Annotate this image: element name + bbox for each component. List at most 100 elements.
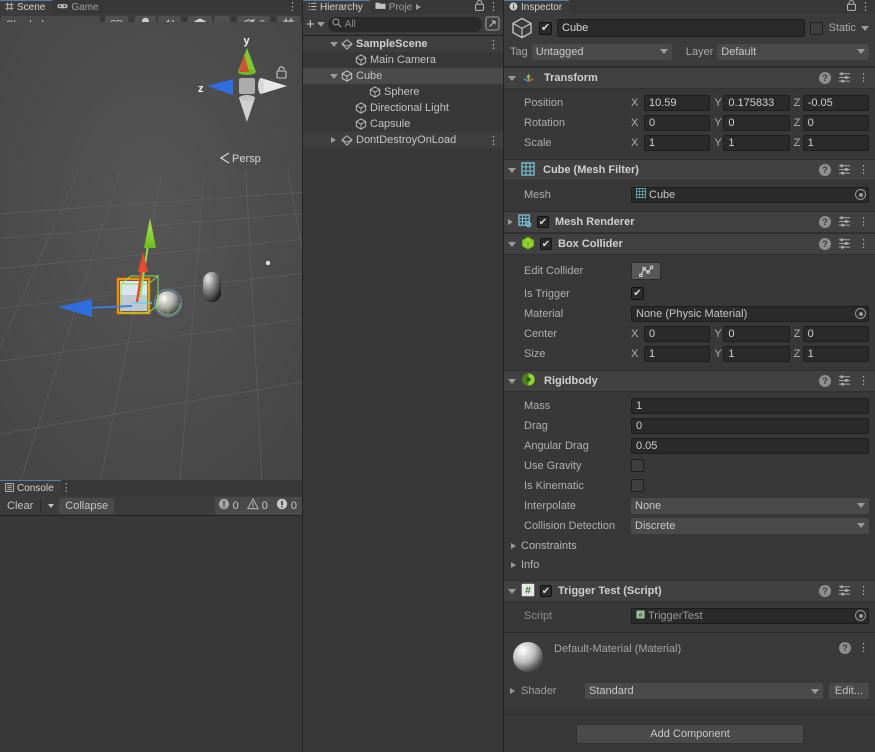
collapse-button[interactable]: Collapse	[59, 497, 115, 514]
component-kebab-menu-icon[interactable]: ⋮	[858, 238, 869, 250]
rotation-x-input[interactable]: 0	[644, 114, 711, 131]
object-enabled-checkbox[interactable]: ✔	[539, 21, 552, 35]
position-x-input[interactable]: 10.59	[644, 94, 711, 111]
warning-count-toggle[interactable]: 0	[243, 496, 273, 515]
help-icon[interactable]: ?	[819, 238, 831, 250]
edit-collider-button[interactable]	[631, 262, 661, 280]
scale-y-input[interactable]: 1	[723, 134, 790, 151]
foldout-right-icon[interactable]	[508, 219, 513, 225]
clear-dropdown-button[interactable]	[43, 498, 59, 514]
center-z-input[interactable]: 0	[802, 325, 869, 342]
twisty-right-icon[interactable]	[327, 137, 340, 143]
component-kebab-menu-icon[interactable]: ⋮	[858, 72, 869, 84]
rigidbody-component-header[interactable]: Rigidbody ? ⋮	[504, 370, 875, 392]
size-y-input[interactable]: 1	[723, 345, 790, 362]
twisty-down-icon[interactable]	[327, 73, 340, 79]
lock-icon[interactable]	[475, 0, 484, 14]
physic-material-field[interactable]: None (Physic Material)	[631, 305, 869, 322]
chevron-right-icon[interactable]	[416, 4, 422, 10]
mass-input[interactable]: 1	[631, 397, 869, 414]
component-kebab-menu-icon[interactable]: ⋮	[858, 164, 869, 176]
scale-z-input[interactable]: 1	[802, 134, 869, 151]
rotation-y-input[interactable]: 0	[723, 114, 790, 131]
foldout-down-icon[interactable]	[508, 378, 516, 384]
tab-console[interactable]: Console	[0, 480, 61, 496]
shader-dropdown[interactable]: Standard	[585, 683, 823, 699]
hierarchy-item-dontdestroyonload[interactable]: DontDestroyOnLoad ⋮	[303, 132, 503, 148]
tab-game[interactable]: Game	[52, 0, 106, 14]
preset-icon[interactable]	[838, 374, 851, 389]
hierarchy-item-capsule[interactable]: Capsule	[303, 116, 503, 132]
shader-edit-button[interactable]: Edit...	[828, 683, 869, 699]
layer-dropdown[interactable]: Default	[717, 43, 869, 60]
hierarchy-item-main-camera[interactable]: Main Camera	[303, 52, 503, 68]
tab-inspector[interactable]: Inspector	[504, 0, 570, 14]
is-trigger-checkbox[interactable]: ✔	[631, 287, 644, 300]
mesh-object-field[interactable]: Cube	[631, 186, 869, 203]
hierarchy-item-cube[interactable]: Cube	[303, 68, 503, 84]
static-checkbox[interactable]	[810, 21, 824, 35]
tab-project[interactable]: Proje	[369, 0, 424, 14]
position-z-input[interactable]: -0.05	[802, 94, 869, 111]
tag-dropdown[interactable]: Untagged	[531, 43, 672, 60]
console-kebab-menu-icon[interactable]: ⋮	[61, 482, 72, 494]
tab-scene[interactable]: Scene	[0, 0, 53, 14]
hierarchy-item-directional-light[interactable]: Directional Light	[303, 100, 503, 116]
console-log-list[interactable]	[0, 516, 302, 752]
object-name-input[interactable]: Cube	[557, 19, 806, 37]
help-icon[interactable]: ?	[819, 72, 831, 84]
preset-icon[interactable]	[838, 237, 851, 252]
error-count-toggle[interactable]: 0	[272, 496, 302, 515]
component-kebab-menu-icon[interactable]: ⋮	[858, 216, 869, 228]
foldout-down-icon[interactable]	[508, 241, 516, 247]
log-count-toggle[interactable]: 0	[214, 496, 244, 515]
tab-hierarchy[interactable]: Hierarchy	[303, 0, 370, 14]
add-component-button[interactable]: Add Component	[576, 723, 804, 744]
preset-icon[interactable]	[838, 584, 851, 599]
position-y-input[interactable]: 0.175833	[723, 94, 790, 111]
collision-detection-dropdown[interactable]: Discrete	[631, 517, 869, 534]
help-icon[interactable]: ?	[839, 642, 851, 654]
size-z-input[interactable]: 1	[802, 345, 869, 362]
center-x-input[interactable]: 0	[644, 325, 711, 342]
create-object-button[interactable]: +	[306, 17, 325, 32]
info-foldout[interactable]: Info	[510, 555, 869, 574]
foldout-down-icon[interactable]	[508, 167, 516, 173]
is-kinematic-checkbox[interactable]	[631, 479, 644, 492]
help-icon[interactable]: ?	[819, 375, 831, 387]
angular-drag-input[interactable]: 0.05	[631, 437, 869, 454]
script-component-header[interactable]: # ✔ Trigger Test (Script) ? ⋮	[504, 580, 875, 602]
help-icon[interactable]: ?	[819, 164, 831, 176]
object-picker-icon[interactable]	[855, 189, 866, 200]
box-collider-enabled-checkbox[interactable]: ✔	[540, 238, 552, 250]
scene-viewport[interactable]: y z Persp	[0, 22, 302, 480]
help-icon[interactable]: ?	[819, 216, 831, 228]
box-collider-component-header[interactable]: ✔ Box Collider ? ⋮	[504, 233, 875, 255]
transform-component-header[interactable]: Transform ? ⋮	[504, 67, 875, 89]
scene-kebab-menu-icon[interactable]: ⋮	[287, 1, 298, 13]
rotation-z-input[interactable]: 0	[802, 114, 869, 131]
component-kebab-menu-icon[interactable]: ⋮	[858, 375, 869, 387]
use-gravity-checkbox[interactable]	[631, 459, 644, 472]
mesh-renderer-enabled-checkbox[interactable]: ✔	[537, 216, 549, 228]
preset-icon[interactable]	[838, 215, 851, 230]
hierarchy-expand-button[interactable]	[485, 15, 500, 34]
script-enabled-checkbox[interactable]: ✔	[540, 585, 552, 597]
drag-input[interactable]: 0	[631, 417, 869, 434]
preset-icon[interactable]	[838, 163, 851, 178]
lock-icon[interactable]	[847, 0, 856, 14]
material-foldout-right-icon[interactable]	[510, 688, 515, 694]
script-object-field[interactable]: # TriggerTest	[631, 607, 869, 624]
help-icon[interactable]: ?	[819, 585, 831, 597]
clear-button[interactable]: Clear	[2, 498, 38, 514]
hierarchy-item-sphere[interactable]: Sphere	[303, 84, 503, 100]
hierarchy-search-input[interactable]: All	[327, 17, 482, 32]
material-kebab-menu-icon[interactable]: ⋮	[858, 642, 869, 654]
constraints-foldout[interactable]: Constraints	[510, 536, 869, 555]
object-picker-icon[interactable]	[855, 610, 866, 621]
static-dropdown-icon[interactable]	[861, 25, 869, 31]
hierarchy-item-samplescene[interactable]: SampleScene ⋮	[303, 36, 503, 52]
object-picker-icon[interactable]	[855, 308, 866, 319]
scale-x-input[interactable]: 1	[644, 134, 711, 151]
component-kebab-menu-icon[interactable]: ⋮	[858, 585, 869, 597]
